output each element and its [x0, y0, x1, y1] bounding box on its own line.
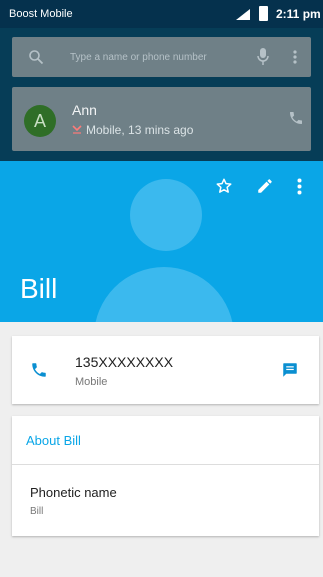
mic-icon[interactable]: [257, 48, 269, 66]
more-vert-icon[interactable]: [293, 50, 297, 64]
call-detail: Mobile, 13 mins ago: [86, 123, 194, 137]
phonetic-name-value: Bill: [30, 506, 44, 517]
edit-icon[interactable]: [256, 177, 274, 195]
divider: [12, 464, 319, 465]
contact-name: Bill: [20, 273, 58, 304]
battery-icon: [259, 6, 268, 21]
search-bar[interactable]: Type a name or phone number: [12, 37, 311, 77]
carrier-label: Boost Mobile: [9, 8, 73, 20]
search-icon: [29, 50, 44, 65]
phone-icon: [32, 363, 46, 377]
search-input[interactable]: Type a name or phone number: [70, 52, 207, 63]
avatar: A: [24, 105, 56, 137]
phone-number: 135XXXXXXXX: [75, 354, 174, 370]
signal-icon: [236, 9, 250, 20]
phone-card[interactable]: 135XXXXXXXX Mobile: [12, 336, 319, 404]
caller-name: Ann: [72, 102, 97, 118]
contact-header: Bill: [0, 161, 323, 322]
about-heading: About Bill: [26, 433, 81, 448]
contact-photo-placeholder: [130, 179, 202, 251]
phone-type: Mobile: [75, 376, 108, 388]
recent-call-item[interactable]: A Ann Mobile, 13 mins ago: [12, 87, 311, 151]
star-icon[interactable]: [215, 177, 233, 195]
status-time: 2:11 pm: [276, 7, 321, 21]
phone-icon[interactable]: [288, 110, 304, 126]
phonetic-name-label: Phonetic name: [30, 485, 117, 500]
missed-call-icon: [72, 125, 82, 134]
message-icon[interactable]: [281, 361, 299, 379]
status-bar: Boost Mobile 2:11 pm: [0, 0, 323, 28]
about-card: About Bill Phonetic name Bill: [12, 416, 319, 536]
contact-photo-placeholder-body: [94, 267, 234, 322]
more-vert-icon[interactable]: [297, 178, 302, 195]
